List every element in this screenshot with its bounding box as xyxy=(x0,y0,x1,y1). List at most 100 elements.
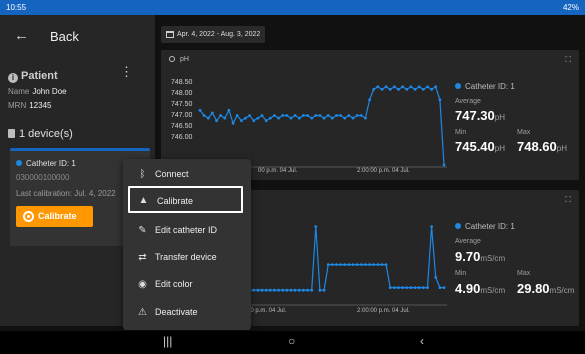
date-range-picker[interactable]: Apr. 4, 2022 - Aug. 3, 2022 xyxy=(161,26,265,43)
status-bar: 10:55 42% xyxy=(0,0,585,15)
menu-item-connect[interactable]: ᛒ Connect xyxy=(123,161,251,188)
conductivity-data-point xyxy=(413,286,417,289)
conductivity-data-point xyxy=(359,263,363,266)
conductivity-data-point xyxy=(264,288,268,292)
ph-data-point xyxy=(244,116,247,120)
ph-series-name: Catheter ID: 1 xyxy=(455,82,515,91)
series-dot xyxy=(455,223,461,229)
patient-name-row: Name John Doe xyxy=(8,87,67,96)
ph-data-point xyxy=(388,88,392,91)
calibrate-button[interactable]: Calibrate xyxy=(16,206,93,227)
menu-item-edit-color[interactable]: ◉ Edit color xyxy=(123,271,251,298)
x-tick: 2:00:00 p.m. 04 Jul. xyxy=(357,308,410,314)
back-button[interactable]: ← Back xyxy=(0,15,155,55)
conductivity-data-point xyxy=(397,286,400,289)
max-value: 29.80mS/cm xyxy=(517,281,575,296)
ph-data-point xyxy=(421,88,425,91)
ph-data-point xyxy=(302,114,305,117)
ph-data-point xyxy=(335,114,338,117)
x-tick: 2:00:00 p.m. 04 Jul. xyxy=(357,168,410,174)
conductivity-data-point xyxy=(376,263,380,266)
y-tick: 748.50 xyxy=(171,79,193,86)
ph-data-point xyxy=(376,85,380,89)
ph-data-point xyxy=(252,119,256,123)
conductivity-data-point xyxy=(302,288,305,292)
ph-data-point xyxy=(364,116,367,120)
ph-data-point xyxy=(231,121,235,125)
conductivity-data-point xyxy=(364,263,367,266)
average-label: Average xyxy=(455,98,481,105)
status-battery: 42% xyxy=(562,3,579,12)
conductivity-data-point xyxy=(421,286,425,289)
expand-icon[interactable]: ⛶ xyxy=(565,55,571,65)
ph-data-point xyxy=(347,114,351,117)
conductivity-data-point xyxy=(401,286,404,289)
conductivity-data-point xyxy=(330,263,334,266)
conductivity-data-point xyxy=(430,225,433,228)
device-icon xyxy=(8,129,15,138)
conductivity-data-point xyxy=(426,286,429,289)
ph-data-point xyxy=(434,85,438,89)
conductivity-data-point xyxy=(388,286,392,289)
conductivity-data-point xyxy=(289,288,293,292)
recent-apps-icon[interactable]: ||| xyxy=(163,334,172,348)
info-icon: i xyxy=(8,73,18,83)
target-icon xyxy=(23,211,34,222)
ph-series-line xyxy=(199,85,445,166)
palette-icon: ◉ xyxy=(138,279,147,290)
warning-icon: ⚠ xyxy=(138,307,147,318)
conductivity-data-point xyxy=(297,288,301,292)
min-value: 745.40pH xyxy=(455,139,505,154)
conductivity-data-point xyxy=(326,263,330,266)
ph-data-point xyxy=(393,85,396,89)
conductivity-data-point xyxy=(293,288,297,292)
max-value: 748.60pH xyxy=(517,139,567,154)
menu-item-calibrate[interactable]: ▲ Calibrate xyxy=(128,186,243,213)
device-color-dot xyxy=(16,160,22,166)
last-calibration: Last calibration: Jul. 4, 2022 xyxy=(16,189,116,198)
conductivity-stats: Catheter ID: 1 Average 9.70mS/cm Min 4.9… xyxy=(455,218,575,304)
menu-item-deactivate[interactable]: ⚠ Deactivate xyxy=(123,299,251,326)
conductivity-data-point xyxy=(335,263,338,266)
expand-icon[interactable]: ⛶ xyxy=(565,195,571,205)
ph-data-point xyxy=(318,114,322,117)
conductivity-data-point xyxy=(380,263,384,266)
ph-data-point xyxy=(240,119,243,123)
x-tick: 00 p.m. 04 Jul. xyxy=(258,168,298,174)
ph-data-point xyxy=(368,98,371,102)
menu-item-edit-catheter-id[interactable]: ✎ Edit catheter ID xyxy=(123,217,251,244)
conductivity-data-point xyxy=(343,263,347,266)
min-label: Min xyxy=(455,270,467,277)
conductivity-data-point xyxy=(405,286,409,289)
home-icon[interactable]: ○ xyxy=(288,334,295,348)
more-options-icon[interactable]: ⋮ xyxy=(120,64,133,80)
ph-data-point xyxy=(256,116,260,120)
conductivity-data-point xyxy=(310,288,314,292)
conductivity-data-point xyxy=(339,263,342,266)
min-value: 4.90mS/cm xyxy=(455,281,506,296)
conductivity-data-point xyxy=(281,288,285,292)
ph-data-point xyxy=(293,114,297,117)
ph-data-point xyxy=(355,114,359,117)
ph-panel-title: pH xyxy=(169,56,189,63)
conductivity-data-point xyxy=(268,288,272,292)
device-context-menu: ᛒ Connect ▲ Calibrate ✎ Edit catheter ID ⇄ T… xyxy=(123,159,251,330)
conductivity-data-point xyxy=(252,288,256,292)
conductivity-data-point xyxy=(306,288,309,292)
y-tick: 748.00 xyxy=(171,90,193,97)
ph-data-point xyxy=(297,116,301,120)
status-time: 10:55 xyxy=(6,3,27,12)
average-value: 9.70mS/cm xyxy=(455,249,506,264)
ph-data-point xyxy=(314,114,318,117)
average-value: 747.30pH xyxy=(455,108,505,123)
series-dot xyxy=(455,83,461,89)
ph-data-point xyxy=(384,85,388,89)
system-nav-bar: ||| ○ ‹ xyxy=(0,331,585,354)
menu-item-transfer-device[interactable]: ⇄ Transfer device xyxy=(123,244,251,271)
ph-data-point xyxy=(417,85,421,89)
back-nav-icon[interactable]: ‹ xyxy=(420,334,424,348)
conductivity-data-point xyxy=(347,263,351,266)
device-name: Catheter ID: 1 xyxy=(16,159,76,168)
ph-data-point xyxy=(215,119,218,123)
ph-data-point xyxy=(359,114,363,117)
